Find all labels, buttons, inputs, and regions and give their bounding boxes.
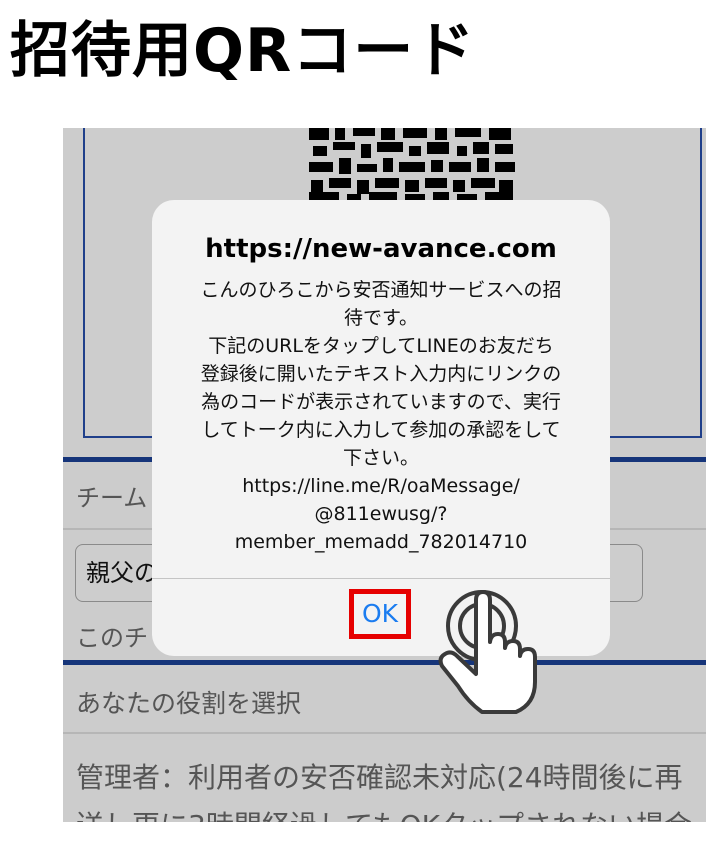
dialog-message: こんのひろこから安否通知サービスへの招 待です。 下記のURLをタップしてLIN… [200,279,562,553]
ok-button[interactable]: OK [349,589,411,639]
page-title: 招待用QRコード [10,16,476,86]
admin-description-line-1: 管理者：利用者の安否確認未対応(24時間後に再 [76,761,683,794]
role-select-label: あなたの役割を選択 [76,689,302,718]
team-label: チーム [76,484,148,512]
dialog-divider [152,578,610,579]
hand-pointer-icon [438,590,537,714]
section-divider [63,660,706,665]
qr-code-icon [309,128,515,200]
dialog-title: https://new-avance.com [205,234,557,264]
team-note: このチ [76,624,148,652]
admin-description-line-2: 送し更に3時間経過してもOKタップされない場合 [76,804,692,822]
row-divider [63,732,706,734]
